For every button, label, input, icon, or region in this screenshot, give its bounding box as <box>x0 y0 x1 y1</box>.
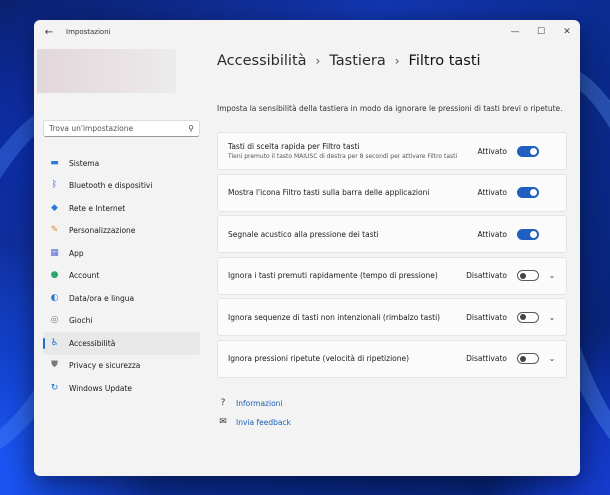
toggle-switch[interactable] <box>517 187 539 198</box>
sidebar-item-data-ora-e-lingua[interactable]: ◐ Data/ora e lingua <box>43 287 200 310</box>
setting-text: Ignora i tasti premuti rapidamente (temp… <box>228 271 466 280</box>
sidebar: Trova un'impostazione ⚲ ▬ Sistema ᛒ Bluetoo… <box>34 44 210 476</box>
chevron-right-icon: › <box>394 54 400 68</box>
search-icon[interactable]: ⚲ <box>188 124 194 133</box>
sidebar-item-label: Personalizzazione <box>69 226 136 236</box>
app-title: Impostazioni <box>66 28 111 36</box>
sidebar-item-label: Sistema <box>69 158 100 168</box>
title-bar: ← Impostazioni — ☐ ✕ <box>34 20 580 44</box>
sidebar-item-label: App <box>69 248 84 258</box>
setting-status: Attivato <box>477 188 507 197</box>
sidebar-item-label: Rete e Internet <box>69 203 126 213</box>
sidebar-item-label: Windows Update <box>69 383 133 393</box>
setting-status: Disattivato <box>466 312 507 322</box>
feedback-icon: ✉ <box>219 417 227 427</box>
accessibility-icon: ♿ <box>50 337 59 348</box>
toggle-switch[interactable] <box>517 353 539 364</box>
setting-status: Disattivato <box>466 354 507 363</box>
apps-icon: ▦ <box>50 247 59 258</box>
setting-text: Ignora pressioni ripetute (velocità di r… <box>228 354 466 363</box>
help-chat-icon: ? <box>220 398 226 408</box>
search-placeholder: Trova un'impostazione <box>49 124 134 133</box>
profile-card-blurred[interactable] <box>37 49 176 93</box>
setting-text: Mostra l'icona Filtro tasti sulla barra … <box>228 188 477 197</box>
page-title: Filtro tasti <box>408 53 481 69</box>
sidebar-item-rete-e-internet[interactable]: ◆ Rete e Internet <box>43 197 200 220</box>
setting-card: Segnale acustico alla pressione dei tast… <box>217 215 567 253</box>
setting-subtitle: Tieni premuto il tasto MAIUSC di destra … <box>228 153 458 160</box>
back-arrow-icon[interactable]: ← <box>36 20 62 44</box>
chevron-right-icon: › <box>315 54 321 68</box>
update-icon: ↻ <box>50 382 59 393</box>
sidebar-nav: ▬ Sistema ᛒ Bluetooth e dispositivi ◆ Rete e … <box>43 152 200 400</box>
breadcrumb-item-accessibilita[interactable]: Accessibilità <box>217 53 307 69</box>
link-row[interactable]: ? Informazioni <box>217 394 291 412</box>
globe-clock-icon: ◐ <box>50 292 59 303</box>
breadcrumb-item-tastiera[interactable]: Tastiera <box>329 53 385 69</box>
monitor-icon: ▬ <box>50 157 59 168</box>
bluetooth-icon: ᛒ <box>51 180 58 191</box>
setting-card[interactable]: Ignora sequenze di tasti non intenzional… <box>217 298 567 336</box>
chevron-down-icon[interactable]: ⌄ <box>548 313 556 322</box>
setting-card[interactable]: Ignora i tasti premuti rapidamente (temp… <box>217 256 567 295</box>
setting-title: Tasti di scelta rapida per Filtro tasti <box>228 142 360 151</box>
settings-list: Tasti di scelta rapida per Filtro tasti T… <box>217 132 567 381</box>
settings-window: ← Impostazioni — ☐ ✕ Trova un'impostazio… <box>34 20 580 476</box>
sidebar-item-label: Giochi <box>69 316 93 326</box>
main-content: Accessibilità › Tastiera › Filtro tasti … <box>217 44 567 476</box>
setting-title: Ignora i tasti premuti rapidamente (temp… <box>228 271 438 280</box>
setting-title: Mostra l'icona Filtro tasti sulla barra … <box>228 188 430 197</box>
sidebar-item-label: Account <box>69 271 100 281</box>
setting-status: Attivato <box>477 146 507 156</box>
page-description: Imposta la sensibilità della tastiera in… <box>217 104 563 113</box>
sidebar-item-label: Bluetooth e dispositivi <box>69 181 153 191</box>
search-input[interactable]: Trova un'impostazione ⚲ <box>43 120 200 137</box>
link-label[interactable]: Invia feedback <box>236 418 291 427</box>
toggle-switch[interactable] <box>517 145 539 157</box>
minimize-icon[interactable]: — <box>502 20 528 44</box>
setting-title: Segnale acustico alla pressione dei tast… <box>228 229 379 239</box>
setting-text: Segnale acustico alla pressione dei tast… <box>228 230 477 239</box>
close-icon[interactable]: ✕ <box>554 20 580 44</box>
sidebar-item-accessibilit-[interactable]: ♿ Accessibilità <box>43 332 200 355</box>
maximize-icon[interactable]: ☐ <box>528 20 554 44</box>
sidebar-item-sistema[interactable]: ▬ Sistema <box>43 152 200 175</box>
link-label[interactable]: Informazioni <box>236 399 283 408</box>
sidebar-item-personalizzazione[interactable]: ✎ Personalizzazione <box>43 220 200 243</box>
chevron-down-icon[interactable]: ⌄ <box>548 354 556 363</box>
toggle-switch[interactable] <box>517 311 539 323</box>
sidebar-item-privacy-e-sicurezza[interactable]: ⛊ Privacy e sicurezza <box>43 355 200 378</box>
setting-card: Mostra l'icona Filtro tasti sulla barra … <box>217 173 567 212</box>
window-controls: — ☐ ✕ <box>502 20 580 44</box>
setting-status: Attivato <box>477 229 507 239</box>
shield-icon: ⛊ <box>51 360 58 371</box>
brush-icon: ✎ <box>50 225 59 236</box>
sidebar-item-bluetooth-e-dispositivi[interactable]: ᛒ Bluetooth e dispositivi <box>43 175 200 198</box>
link-row[interactable]: ✉ Invia feedback <box>217 413 291 431</box>
sidebar-item-giochi[interactable]: ◎ Giochi <box>43 310 200 333</box>
sidebar-item-app[interactable]: ▦ App <box>43 242 200 265</box>
sidebar-item-windows-update[interactable]: ↻ Windows Update <box>43 377 200 400</box>
toggle-switch[interactable] <box>517 270 539 281</box>
sidebar-item-label: Privacy e sicurezza <box>69 361 141 371</box>
setting-title: Ignora pressioni ripetute (velocità di r… <box>228 354 410 363</box>
breadcrumb: Accessibilità › Tastiera › Filtro tasti <box>217 53 481 69</box>
setting-card: Tasti di scelta rapida per Filtro tasti T… <box>217 132 567 170</box>
sidebar-item-account[interactable]: ● Account <box>43 265 200 288</box>
gamepad-icon: ◎ <box>50 315 59 326</box>
sidebar-item-label: Accessibilità <box>69 338 116 348</box>
chevron-down-icon[interactable]: ⌄ <box>548 271 556 280</box>
toggle-switch[interactable] <box>517 228 539 240</box>
person-icon: ● <box>50 270 59 281</box>
sidebar-item-label: Data/ora e lingua <box>69 293 135 303</box>
setting-status: Disattivato <box>466 271 507 280</box>
wifi-icon: ◆ <box>51 202 58 213</box>
setting-text: Ignora sequenze di tasti non intenzional… <box>228 313 466 322</box>
setting-title: Ignora sequenze di tasti non intenzional… <box>228 312 441 322</box>
setting-text: Tasti di scelta rapida per Filtro tasti T… <box>228 142 477 160</box>
setting-card[interactable]: Ignora pressioni ripetute (velocità di r… <box>217 339 567 378</box>
help-links: ? Informazioni ✉ Invia feedback <box>217 394 291 432</box>
